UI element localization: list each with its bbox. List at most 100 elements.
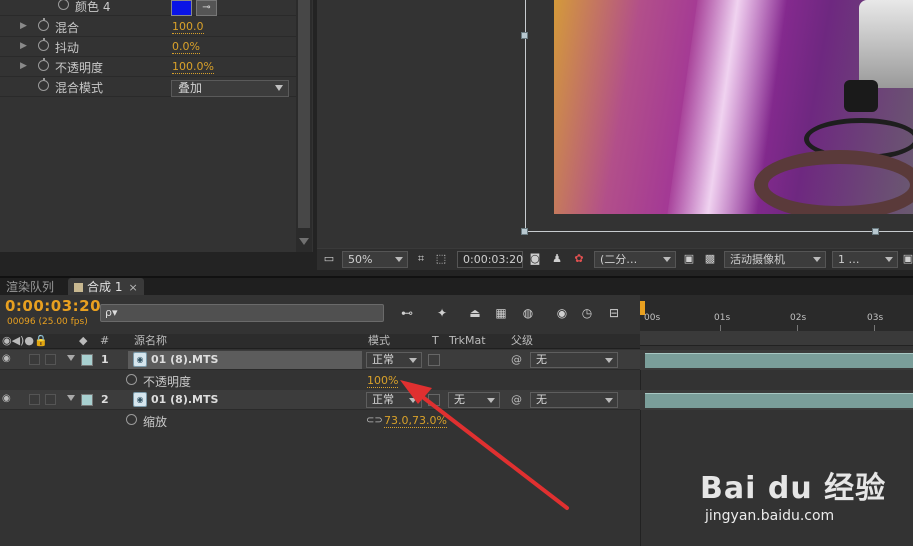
av-features-icon[interactable]: ◉◀)●🔒 — [2, 334, 48, 348]
effect-value[interactable]: 100.0% — [172, 60, 214, 74]
expand-triangle-icon[interactable] — [67, 395, 75, 401]
transform-handle[interactable] — [521, 32, 528, 39]
label-color[interactable] — [81, 394, 93, 406]
property-row[interactable]: 不透明度 100% — [0, 371, 640, 391]
stopwatch-icon[interactable] — [38, 78, 49, 91]
chevron-down-icon — [885, 257, 893, 262]
stopwatch-icon[interactable] — [126, 374, 137, 385]
pick-whip-icon[interactable]: @ — [511, 353, 522, 366]
effect-value[interactable]: 100.0 — [172, 20, 204, 34]
preserve-transparency-toggle[interactable] — [428, 394, 440, 406]
lock-toggle[interactable] — [45, 394, 56, 405]
constrain-proportions-icon[interactable]: ⊂⊃ — [366, 415, 383, 426]
mask-toggle-icon[interactable]: ⬚ — [434, 252, 448, 266]
eyedropper-icon[interactable]: ⊸ — [196, 0, 217, 16]
eye-icon[interactable]: ◉ — [2, 393, 15, 405]
expand-triangle-icon[interactable]: ▶ — [20, 61, 27, 71]
property-value[interactable]: 100% — [367, 374, 399, 388]
header-trkmat[interactable]: TrkMat — [449, 334, 486, 348]
safe-zones-icon[interactable]: ⌗ — [414, 252, 428, 266]
current-time[interactable]: 0:00:03:20 — [5, 297, 101, 315]
header-parent[interactable]: 父级 — [511, 334, 533, 348]
property-row[interactable]: 缩放 ⊂⊃ 73.0,73.0% — [0, 411, 640, 431]
label-icon[interactable]: ◆ — [79, 334, 87, 348]
stopwatch-icon[interactable] — [38, 18, 49, 31]
current-time-indicator[interactable] — [640, 301, 645, 315]
layer-column-header: ◉◀)●🔒 ◆ # 源名称 模式 T TrkMat 父级 — [0, 334, 640, 349]
stopwatch-icon[interactable] — [38, 38, 49, 51]
composition-image — [554, 0, 913, 214]
color-swatch[interactable] — [171, 0, 192, 16]
channels-icon[interactable]: ✿ — [572, 252, 586, 266]
work-area-bar[interactable] — [640, 331, 913, 346]
parent-select[interactable]: 无 — [530, 352, 618, 368]
timeline-tab-bar: 渲染队列 合成 1 × — [0, 276, 913, 297]
property-label: 缩放 — [143, 415, 168, 429]
brainstorm-icon[interactable]: ◉ — [553, 305, 571, 321]
resolution-select[interactable]: (二分… — [594, 251, 676, 268]
view-layout-select[interactable]: 1 … — [832, 251, 898, 268]
eye-icon[interactable]: ◉ — [2, 353, 15, 365]
layer-duration-bar[interactable] — [645, 353, 913, 368]
mode-select[interactable]: 正常 — [366, 352, 422, 368]
close-icon[interactable]: × — [128, 281, 137, 294]
header-source-name[interactable]: 源名称 — [134, 334, 167, 348]
auto-keyframe-icon[interactable]: ◷ — [578, 305, 596, 321]
stopwatch-icon[interactable] — [38, 58, 49, 71]
zoom-select[interactable]: 50% — [342, 251, 408, 268]
scrollbar-thumb[interactable] — [298, 0, 310, 228]
label-color[interactable] — [81, 354, 93, 366]
view-layout-value: 1 … — [838, 253, 860, 266]
frame-blending-icon[interactable]: ▦ — [492, 305, 510, 321]
zoom-value: 50% — [348, 253, 373, 266]
show-snapshot-icon[interactable]: ♟ — [550, 252, 564, 266]
hide-shy-layers-icon[interactable]: ⏏ — [466, 305, 484, 321]
parent-select[interactable]: 无 — [530, 392, 618, 408]
monitor-icon[interactable]: ▭ — [322, 252, 336, 266]
effect-row-blend[interactable]: ▶ 混合 100.0 — [0, 17, 296, 37]
stopwatch-icon[interactable] — [126, 414, 137, 425]
solo-toggle[interactable] — [29, 394, 40, 405]
effect-row-color4[interactable]: 颜色 4 — [0, 0, 296, 16]
layer-number: 1 — [101, 353, 109, 366]
chevron-down-icon — [409, 398, 417, 403]
layer-duration-bar[interactable] — [645, 393, 913, 408]
effect-row-opacity[interactable]: ▶ 不透明度 100.0% — [0, 57, 296, 77]
effect-row-jitter[interactable]: ▶ 抖动 0.0% — [0, 37, 296, 57]
property-value[interactable]: 73.0,73.0% — [384, 414, 447, 428]
expand-triangle-icon[interactable]: ▶ — [20, 21, 27, 31]
blend-mode-select[interactable]: 叠加 — [171, 80, 289, 97]
solo-toggle[interactable] — [29, 354, 40, 365]
time-ruler[interactable]: 00s 01s 02s 03s — [640, 295, 913, 331]
motion-blur-icon[interactable]: ◍ — [519, 305, 537, 321]
camera-value: 活动摄像机 — [730, 253, 785, 266]
camera-snapshot-icon[interactable]: ◙ — [528, 252, 542, 266]
region-of-interest-icon[interactable]: ▣ — [682, 252, 696, 266]
draft-3d-icon[interactable]: ✦ — [433, 305, 451, 321]
scroll-down-icon[interactable] — [299, 238, 309, 245]
lock-toggle[interactable] — [45, 354, 56, 365]
mode-select[interactable]: 正常 — [366, 392, 422, 408]
layer-name[interactable]: 01 (8).MTS — [128, 391, 362, 409]
header-mode[interactable]: 模式 — [368, 334, 390, 348]
layer-name[interactable]: 01 (8).MTS — [128, 351, 362, 369]
preserve-transparency-toggle[interactable] — [428, 354, 440, 366]
transform-handle[interactable] — [521, 228, 528, 235]
layer-row[interactable]: ◉ 2 01 (8).MTS ◉ 正常 无 @ 无 — [0, 390, 640, 410]
comp-mini-flowchart-icon[interactable]: ⊷ — [395, 305, 419, 321]
trkmat-select[interactable]: 无 — [448, 392, 500, 408]
pick-whip-icon[interactable]: @ — [511, 393, 522, 406]
layer-row[interactable]: ◉ 1 01 (8).MTS ◉ 正常 @ 无 — [0, 350, 640, 370]
graph-editor-icon[interactable]: ⊟ — [605, 305, 623, 321]
expand-triangle-icon[interactable] — [67, 355, 75, 361]
effects-scrollbar[interactable] — [296, 0, 312, 252]
expand-triangle-icon[interactable]: ▶ — [20, 41, 27, 51]
transparency-grid-icon[interactable]: ▩ — [703, 252, 717, 266]
effect-value[interactable]: 0.0% — [172, 40, 200, 54]
search-input[interactable]: ρ▾ — [100, 304, 384, 322]
transform-handle[interactable] — [872, 228, 879, 235]
camera-select[interactable]: 活动摄像机 — [724, 251, 826, 268]
stopwatch-icon[interactable] — [58, 0, 69, 10]
pixel-aspect-icon[interactable]: ▣ — [901, 252, 913, 266]
viewer-timecode[interactable]: 0:00:03:20 — [457, 251, 523, 268]
